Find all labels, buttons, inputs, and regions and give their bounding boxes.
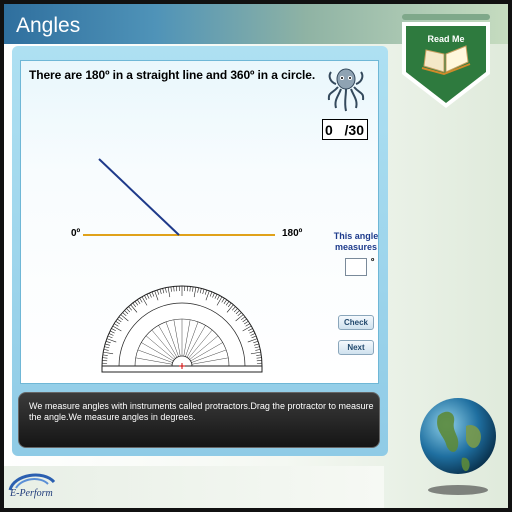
logo-text: E-Perform [10, 488, 53, 499]
caption-text: We measure angles with instruments calle… [29, 401, 374, 422]
globe-icon [420, 398, 496, 495]
one-eighty-degree-label: 180º [282, 228, 303, 239]
angle-prompt: This angle measures [333, 231, 379, 252]
angle-ray [98, 158, 180, 236]
page-title: Angles [16, 14, 81, 37]
next-button[interactable]: Next [338, 340, 374, 355]
read-me-label: Read Me [427, 34, 465, 44]
zero-degree-label: 0º [71, 228, 81, 239]
caption-box: We measure angles with instruments calle… [18, 392, 380, 448]
activity-stage: There are 180º in a straight line and 36… [20, 60, 379, 384]
angle-answer-input[interactable] [345, 258, 367, 276]
degree-unit: º [371, 256, 375, 266]
check-button[interactable]: Check [338, 315, 374, 330]
read-me-button[interactable]: Read Me [398, 12, 494, 112]
protractor-icon[interactable] [99, 245, 265, 375]
